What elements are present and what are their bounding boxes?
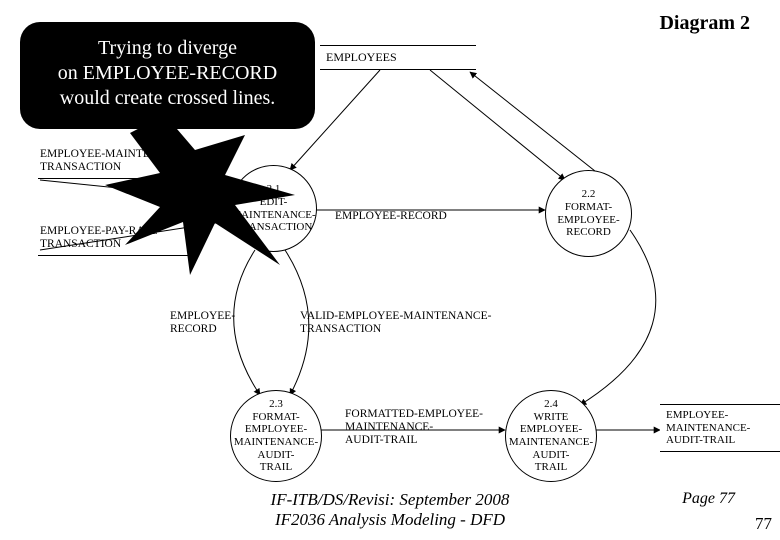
flow-employee-record: EMPLOYEE-RECORD	[335, 210, 447, 223]
process-2-2: 2.2 FORMAT- EMPLOYEE- RECORD	[545, 170, 632, 257]
diagram-title: Diagram 2	[659, 12, 750, 35]
process-2-4: 2.4 WRITE EMPLOYEE- MAINTENANCE- AUDIT- …	[505, 390, 597, 482]
page-number: Page 77	[682, 490, 735, 508]
callout-burst-icon	[105, 115, 305, 275]
flow-formatted-audit-trail: FORMATTED-EMPLOYEE- MAINTENANCE- AUDIT-T…	[345, 408, 483, 448]
callout-line2: on EMPLOYEE-RECORD	[30, 61, 305, 86]
callout-line1: Trying to diverge	[30, 36, 305, 61]
callout-bubble: Trying to diverge on EMPLOYEE-RECORD wou…	[20, 22, 315, 129]
footer-line2: IF2036 Analysis Modeling - DFD	[0, 510, 780, 530]
process-2-3: 2.3 FORMAT- EMPLOYEE- MAINTENANCE- AUDIT…	[230, 390, 322, 482]
slide-number: 77	[755, 514, 772, 534]
flow-valid-emp-maint-transaction: VALID-EMPLOYEE-MAINTENANCE- TRANSACTION	[300, 310, 491, 336]
datastore-employees: EMPLOYEES	[320, 45, 476, 70]
datastore-audit-trail: EMPLOYEE- MAINTENANCE- AUDIT-TRAIL	[660, 404, 780, 452]
footer-line1: IF-ITB/DS/Revisi: September 2008	[0, 490, 780, 510]
callout-line3: would create crossed lines.	[30, 86, 305, 111]
flow-employee-record-left: EMPLOYEE- RECORD	[170, 310, 235, 336]
